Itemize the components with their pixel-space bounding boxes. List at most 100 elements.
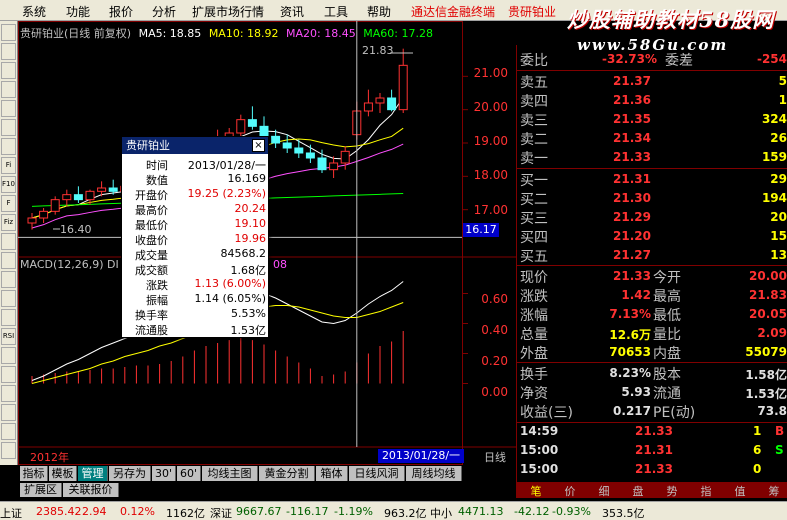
period-selector[interactable]: 日线 bbox=[474, 449, 516, 465]
toolbar-button[interactable]: RSI bbox=[1, 328, 16, 345]
right-tabs: 笔价细盘势指值筹 bbox=[516, 482, 787, 498]
menu-quote[interactable]: 报价 bbox=[109, 3, 133, 20]
tick-price: 21.33 bbox=[635, 424, 673, 438]
tab-daily-wind[interactable]: 日线风洞 bbox=[349, 466, 405, 481]
bid-price: 21.20 bbox=[613, 229, 651, 243]
toolbar-button[interactable] bbox=[1, 43, 16, 60]
tab-golden-section[interactable]: 黄金分割 bbox=[259, 466, 315, 481]
tab-right[interactable]: 细 bbox=[588, 483, 620, 499]
divider bbox=[517, 70, 787, 71]
toolbar-button[interactable]: F bbox=[1, 195, 16, 212]
quote-label: 外盘 bbox=[520, 346, 548, 362]
tab-right[interactable]: 盘 bbox=[622, 483, 654, 499]
status-item: -0.93% bbox=[552, 505, 591, 518]
toolbar-button[interactable] bbox=[1, 442, 16, 459]
tab-weekly-ma[interactable]: 周线均线 bbox=[406, 466, 462, 481]
candle-body bbox=[271, 135, 281, 144]
toolbar-button[interactable] bbox=[1, 252, 16, 269]
toolbar-button[interactable] bbox=[1, 385, 16, 402]
bid-level-label: 买二 bbox=[520, 192, 548, 208]
status-item: 4471.13 bbox=[458, 505, 504, 518]
tab-save-as[interactable]: 另存为 bbox=[109, 466, 151, 481]
toolbar-button[interactable] bbox=[1, 347, 16, 364]
toolbar-button[interactable] bbox=[1, 138, 16, 155]
tab-ma-main[interactable]: 均线主图 bbox=[202, 466, 258, 481]
tab-box[interactable]: 箱体 bbox=[316, 466, 348, 481]
tab-related-quote[interactable]: 关联报价 bbox=[63, 483, 119, 497]
tab-ext-area[interactable]: 扩展区 bbox=[20, 483, 62, 497]
tab-indicator[interactable]: 指标 bbox=[20, 466, 48, 481]
candle-body bbox=[27, 217, 37, 224]
ask-level-label: 卖四 bbox=[520, 94, 548, 110]
tab-60min[interactable]: 60' bbox=[177, 466, 201, 481]
tab-manage[interactable]: 管理 bbox=[78, 466, 108, 481]
cursor-price-marker: 16.17 bbox=[463, 223, 499, 237]
toolbar-button[interactable] bbox=[1, 233, 16, 250]
fundamental-value: 1.53亿 bbox=[745, 387, 787, 401]
macd-title-tail: 08 bbox=[273, 258, 287, 271]
toolbar-button[interactable] bbox=[1, 366, 16, 383]
quote-label: 内盘 bbox=[653, 346, 681, 362]
menu-function[interactable]: 功能 bbox=[66, 3, 90, 20]
tick-side: B bbox=[775, 424, 785, 438]
toolbar-button[interactable]: Fiz bbox=[1, 214, 16, 231]
menu-promo[interactable]: 通达信金融终端 bbox=[411, 3, 495, 20]
tab-30min[interactable]: 30' bbox=[152, 466, 176, 481]
toolbar-button[interactable]: F10 bbox=[1, 176, 16, 193]
fundamental-label: 换手 bbox=[520, 367, 548, 383]
bid-volume: 13 bbox=[770, 248, 787, 262]
fundamental-label: 净资 bbox=[520, 386, 548, 402]
toolbar-button[interactable]: Fi bbox=[1, 157, 16, 174]
ask-level-label: 卖三 bbox=[520, 113, 548, 129]
candle-body bbox=[282, 142, 292, 149]
price-axis-tick: 19.00 bbox=[473, 134, 508, 148]
toolbar-button[interactable] bbox=[1, 271, 16, 288]
close-icon[interactable]: × bbox=[252, 139, 265, 152]
statusbar: 上证 2385.42 2.94 0.12% 1162亿 深证 9667.67 -116.17-… bbox=[0, 501, 787, 520]
order-ratio-value: -32.73% bbox=[602, 52, 657, 66]
ask-volume: 26 bbox=[770, 131, 787, 145]
toolbar-button[interactable] bbox=[1, 290, 16, 307]
toolbar-button[interactable] bbox=[1, 81, 16, 98]
menu-extended-market[interactable]: 扩展市场行情 bbox=[192, 3, 264, 20]
menu-tools[interactable]: 工具 bbox=[324, 3, 348, 20]
tab-right[interactable]: 笔 bbox=[520, 483, 552, 499]
tab-right[interactable]: 值 bbox=[724, 483, 756, 499]
menu-news[interactable]: 资讯 bbox=[280, 3, 304, 20]
candle-body bbox=[236, 119, 246, 134]
tooltip-key: 流通股 bbox=[135, 324, 168, 337]
tab-right[interactable]: 指 bbox=[690, 483, 722, 499]
fundamental-value: 73.8 bbox=[757, 404, 787, 418]
toolbar-button[interactable] bbox=[1, 119, 16, 136]
toolbar-button[interactable] bbox=[1, 100, 16, 117]
tab-template[interactable]: 模板 bbox=[49, 466, 77, 481]
price-axis-tick: 21.00 bbox=[473, 66, 508, 80]
quote-value: 21.83 bbox=[749, 288, 787, 302]
tooltip-value: 1.53亿 bbox=[230, 324, 267, 337]
menu-analysis[interactable]: 分析 bbox=[152, 3, 176, 20]
price-axis-tick: 18.00 bbox=[473, 168, 508, 182]
menu-current-stock[interactable]: 贵研铂业 bbox=[508, 3, 556, 20]
status-item: 9667.67 bbox=[236, 505, 282, 518]
toolbar-button[interactable] bbox=[1, 404, 16, 421]
candle-body bbox=[97, 187, 107, 192]
menu-help[interactable]: 帮助 bbox=[367, 3, 391, 20]
ask-volume: 1 bbox=[778, 93, 787, 107]
macd-axis-tick: 0.60 bbox=[481, 292, 508, 306]
candle-body bbox=[73, 194, 83, 201]
toolbar-button[interactable] bbox=[1, 62, 16, 79]
bid-volume: 20 bbox=[770, 210, 787, 224]
tab-right[interactable]: 价 bbox=[554, 483, 586, 499]
quote-value: 55079 bbox=[745, 345, 787, 359]
quote-value: 20.00 bbox=[749, 269, 787, 283]
candle-body bbox=[108, 187, 118, 192]
quote-label: 今开 bbox=[653, 270, 681, 286]
menu-system[interactable]: 系统 bbox=[22, 3, 46, 20]
toolbar-button[interactable] bbox=[1, 309, 16, 326]
tab-right[interactable]: 筹 bbox=[758, 483, 787, 499]
tooltip-value: 1.68亿 bbox=[230, 264, 267, 277]
ask-price: 21.34 bbox=[613, 131, 651, 145]
toolbar-button[interactable] bbox=[1, 24, 16, 41]
tab-right[interactable]: 势 bbox=[656, 483, 688, 499]
toolbar-button[interactable] bbox=[1, 423, 16, 440]
